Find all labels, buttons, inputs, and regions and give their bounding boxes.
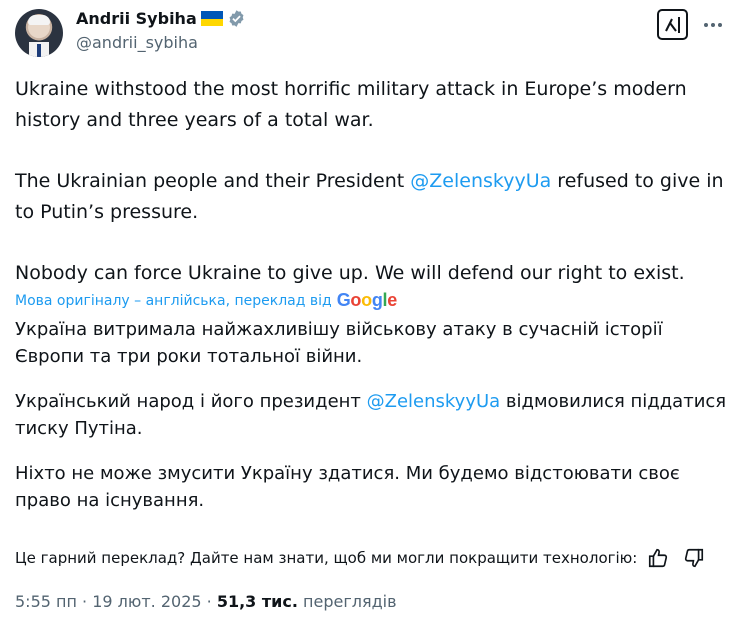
meta-separator: · [201, 592, 217, 611]
translated-mention-link[interactable]: @ZelenskyyUa [367, 391, 501, 412]
translated-paragraph-2: Український народ і його президент @Zele… [15, 388, 727, 442]
author-handle[interactable]: @andrii_sybiha [76, 33, 198, 52]
grok-icon[interactable] [657, 9, 688, 40]
post-text-translated: Україна витримала найжахливішу військову… [15, 316, 727, 532]
thumbs-down-icon[interactable] [683, 547, 705, 569]
translated-paragraph-2-start: Український народ і його президент [15, 391, 367, 412]
thumbs-up-icon[interactable] [647, 547, 669, 569]
more-icon[interactable] [701, 15, 725, 35]
translation-feedback: Це гарний переклад? Дайте нам знати, щоб… [15, 547, 705, 569]
ukraine-flag-icon [200, 11, 223, 26]
author-name[interactable]: Andrii Sybiha [76, 9, 197, 28]
views-label: переглядів [297, 592, 397, 611]
translation-note-text: Мова оригіналу – англійська, переклад ві… [15, 292, 332, 309]
translated-paragraph-1: Україна витримала найжахливішу військову… [15, 319, 663, 367]
post-header: Andrii Sybiha @andrii_sybiha [15, 7, 725, 57]
post-time[interactable]: 5:55 пп [15, 592, 77, 611]
views-count[interactable]: 51,3 тис. [217, 592, 298, 611]
translated-paragraph-3: Ніхто не може змусити Україну здатися. М… [15, 463, 680, 511]
post-meta: 5:55 пп · 19 лют. 2025 · 51,3 тис. перег… [15, 592, 397, 611]
author-name-row: Andrii Sybiha [76, 9, 246, 28]
feedback-text: Це гарний переклад? Дайте нам знати, щоб… [15, 549, 638, 567]
post-paragraph-3: Nobody can force Ukraine to give up. We … [15, 262, 685, 284]
post-date[interactable]: 19 лют. 2025 [92, 592, 201, 611]
google-logo: Google [336, 290, 398, 310]
post-text-original: Ukraine withstood the most horrific mili… [15, 74, 727, 319]
translation-note[interactable]: Мова оригіналу – англійська, переклад ві… [15, 290, 397, 311]
post-paragraph-2: The Ukrainian people and their President… [15, 166, 727, 228]
post-paragraph-1: Ukraine withstood the most horrific mili… [15, 78, 687, 131]
verified-badge-icon[interactable] [227, 9, 246, 28]
meta-separator: · [76, 592, 93, 611]
mention-link[interactable]: @ZelenskyyUa [410, 170, 551, 192]
avatar[interactable] [15, 9, 63, 57]
post-paragraph-2-start: The Ukrainian people and their President [15, 170, 411, 192]
